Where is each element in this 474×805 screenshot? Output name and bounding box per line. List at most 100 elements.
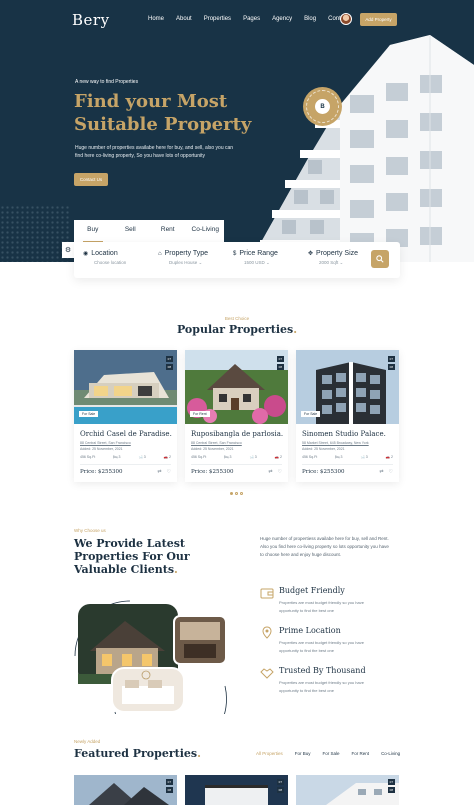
compare-icon[interactable]: ⇄	[157, 469, 161, 475]
card-price: Price: $255300	[191, 469, 234, 475]
search-button[interactable]	[371, 250, 389, 268]
location-field[interactable]: ◉ Location Choose location	[83, 250, 126, 265]
property-card[interactable]: For Sale 07 08 Orchid Casel de Paradise. …	[74, 350, 177, 482]
pagination-dot[interactable]	[240, 492, 243, 495]
photo-count: 07	[387, 356, 395, 362]
media-count: 07 08	[276, 779, 284, 793]
property-collage-image	[74, 600, 227, 714]
pagination-dot[interactable]	[230, 492, 233, 495]
video-count: 08	[276, 787, 284, 793]
price-range-field[interactable]: $ Price Range 1500 USD ⌄	[233, 250, 278, 266]
card-address[interactable]: 88 Central Street, San Francisco	[191, 441, 242, 445]
garage-value: 🚗 2	[274, 455, 282, 459]
pagination-dot[interactable]	[235, 492, 238, 495]
photo-count: 07	[165, 779, 173, 785]
featured-card[interactable]: 07 08	[185, 775, 288, 805]
handshake-icon	[260, 668, 274, 679]
property-size-value: 2000 Sqft ⌄	[319, 260, 344, 265]
card-title[interactable]: Sinomen Studio Palace.	[302, 430, 386, 438]
card-divider	[191, 464, 282, 465]
popular-eyebrow: Best Choice	[224, 316, 250, 321]
filter-for-sale[interactable]: For Sale	[323, 751, 340, 756]
logo[interactable]: Bery	[72, 11, 110, 29]
filter-all-properties[interactable]: All Properties	[256, 751, 283, 756]
video-count: 08	[387, 364, 395, 370]
card-price: Price: $255300	[80, 469, 123, 475]
circular-badge: B	[303, 87, 342, 126]
filter-icon[interactable]: ⚙	[62, 242, 74, 258]
featured-card[interactable]: 07 08	[74, 775, 177, 805]
carousel-pagination	[230, 492, 243, 495]
card-actions: ⇄ ♡	[157, 469, 171, 475]
card-divider	[80, 464, 171, 465]
dollar-icon: $	[233, 250, 237, 257]
wallet-icon	[260, 588, 274, 599]
feature-budget-friendly: Budget Friendly Properties are most budg…	[260, 586, 400, 622]
search-tabs: Buy Sell Rent Co-Living	[74, 220, 224, 242]
video-count: 08	[165, 364, 173, 370]
baths-value: 🛁 3	[360, 455, 368, 459]
area-value: 456 Sq.Ft	[191, 455, 207, 459]
featured-image	[74, 775, 177, 805]
add-property-button[interactable]: Add Property	[360, 13, 397, 26]
nav-blog[interactable]: Blog	[304, 16, 316, 22]
tab-co-living[interactable]: Co-Living	[187, 220, 225, 242]
status-badge: For Sale	[79, 411, 99, 417]
heart-icon[interactable]: ♡	[278, 469, 282, 475]
feature-description: Properties are most budget friendly so y…	[279, 600, 364, 613]
feature-description: Properties are most budget friendly so y…	[279, 640, 364, 653]
status-badge: For Rent	[190, 411, 210, 417]
property-size-field[interactable]: ✥ Property Size 2000 Sqft ⌄	[308, 250, 358, 266]
featured-filter-tabs: All Properties For Buy For Sale For Rent…	[256, 751, 400, 756]
card-title[interactable]: Ruposibangla de parlosia.	[191, 430, 283, 438]
media-count: 07 08	[387, 356, 395, 370]
compare-icon[interactable]: ⇄	[379, 469, 383, 475]
property-type-label: Property Type	[164, 250, 209, 257]
featured-eyebrow: Newly Added	[74, 739, 101, 744]
card-features: 456 Sq.Ft 🛏 3 🛁 3 🚗 2	[302, 455, 393, 459]
property-card[interactable]: For Sale 07 08 Sinomen Studio Palace. 58 …	[296, 350, 399, 482]
heart-icon[interactable]: ♡	[167, 469, 171, 475]
nav-about[interactable]: About	[176, 16, 192, 22]
location-label: Location	[91, 250, 118, 257]
video-count: 08	[165, 787, 173, 793]
featured-card[interactable]: 07 08	[296, 775, 399, 805]
nav-pages[interactable]: Pages	[243, 16, 260, 22]
beds-value: 🛏 3	[224, 455, 232, 459]
nav-agency[interactable]: Agency	[272, 16, 292, 22]
status-badge: For Sale	[301, 411, 321, 417]
price-range-value: 1500 USD ⌄	[244, 260, 270, 265]
property-type-value: Duplex House ⌄	[169, 260, 203, 265]
nav-home[interactable]: Home	[148, 16, 164, 22]
badge-logo-icon: B	[315, 99, 330, 114]
compare-icon[interactable]: ⇄	[268, 469, 272, 475]
tab-rent[interactable]: Rent	[149, 220, 187, 242]
avatar[interactable]	[340, 13, 352, 25]
contact-us-button[interactable]: Contact Us	[74, 173, 108, 186]
featured-title: Featured Properties.	[74, 747, 201, 760]
filter-co-living[interactable]: Co-Living	[381, 751, 400, 756]
garage-value: 🚗 2	[385, 455, 393, 459]
photo-count: 07	[387, 779, 395, 785]
media-count: 07 08	[165, 779, 173, 793]
resize-icon: ✥	[308, 251, 314, 257]
heart-icon[interactable]: ♡	[389, 469, 393, 475]
property-card[interactable]: For Rent 07 08 Ruposibangla de parlosia. …	[185, 350, 288, 482]
house-icon: ⌂	[158, 250, 162, 257]
nav-properties[interactable]: Properties	[204, 16, 231, 22]
featured-image	[185, 775, 288, 805]
hero-building-image	[250, 35, 474, 262]
card-title[interactable]: Orchid Casel de Paradise.	[80, 430, 172, 438]
featured-image	[296, 775, 399, 805]
why-title: We Provide Latest Properties For Our Val…	[74, 537, 190, 576]
filter-for-rent[interactable]: For Rent	[352, 751, 370, 756]
tab-buy[interactable]: Buy	[74, 220, 112, 242]
card-address[interactable]: 88 Central Street, San Francisco	[80, 441, 131, 445]
filter-for-buy[interactable]: For Buy	[295, 751, 311, 756]
beds-value: 🛏 3	[113, 455, 121, 459]
card-address[interactable]: 58 Market Street, 645 Broadway, New York	[302, 441, 369, 445]
feature-prime-location: Prime Location Properties are most budge…	[260, 626, 400, 662]
property-type-field[interactable]: ⌂ Property Type Duplex House ⌄	[158, 250, 208, 266]
media-count: 07 08	[165, 356, 173, 370]
tab-sell[interactable]: Sell	[112, 220, 150, 242]
